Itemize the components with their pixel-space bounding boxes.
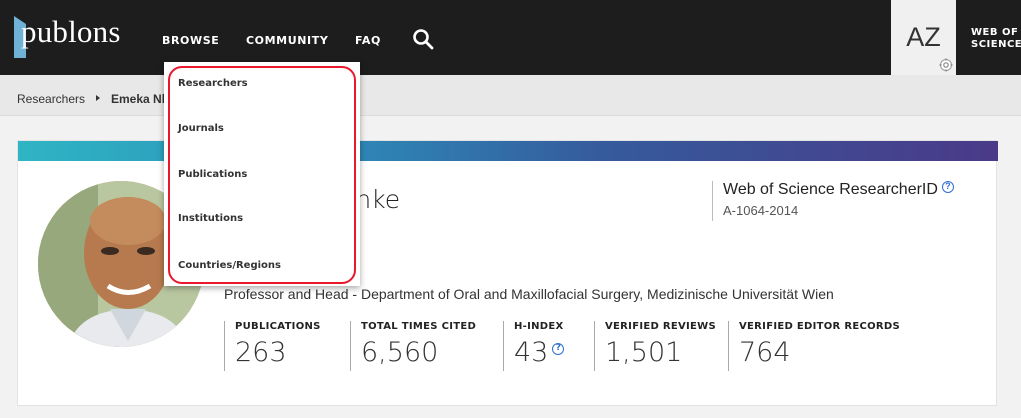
avatar-initials: AZ bbox=[906, 22, 941, 52]
stat-value: 764 bbox=[739, 337, 791, 368]
stat-value: 1,501 bbox=[605, 337, 683, 368]
stat-total-times-cited[interactable]: TOTAL TIMES CITED 6,560 bbox=[350, 321, 476, 371]
stat-label: PUBLICATIONS bbox=[235, 321, 321, 332]
researcher-id-block: Web of Science ResearcherID? A-1064-2014 bbox=[712, 181, 954, 221]
stat-verified-reviews[interactable]: VERIFIED REVIEWS 1,501 bbox=[594, 321, 716, 371]
wos-line1: WEB OF bbox=[971, 27, 1019, 38]
publons-logo[interactable]: publons bbox=[14, 12, 142, 62]
stat-value: 43 bbox=[514, 337, 549, 368]
stat-label: VERIFIED EDITOR RECORDS bbox=[739, 321, 900, 332]
stat-value-row: 43? bbox=[514, 337, 565, 368]
stat-value: 263 bbox=[235, 337, 287, 368]
researcher-affiliation: Professor and Head - Department of Oral … bbox=[224, 286, 834, 302]
stat-label: VERIFIED REVIEWS bbox=[605, 321, 717, 332]
nav-browse[interactable]: BROWSE bbox=[162, 34, 219, 47]
breadcrumb-arrow-icon bbox=[96, 95, 100, 101]
top-nav-bar: publons BROWSE COMMUNITY FAQ AZ WEB OF S… bbox=[0, 0, 1021, 75]
help-icon[interactable]: ? bbox=[552, 343, 565, 355]
stat-label: H-INDEX bbox=[514, 321, 564, 332]
highlight-annotation bbox=[168, 66, 356, 284]
search-icon[interactable] bbox=[412, 28, 434, 50]
wos-line2: SCIENCE bbox=[971, 39, 1021, 50]
help-icon[interactable]: ? bbox=[941, 181, 954, 193]
stat-label: TOTAL TIMES CITED bbox=[361, 321, 477, 332]
stat-h-index[interactable]: H-INDEX 43? bbox=[503, 321, 565, 371]
logo-text: publons bbox=[21, 14, 121, 49]
researcher-id-label: Web of Science ResearcherID bbox=[723, 181, 938, 198]
nav-community[interactable]: COMMUNITY bbox=[246, 34, 328, 47]
breadcrumb: Researchers Emeka Nk bbox=[0, 75, 1021, 116]
nav-faq[interactable]: FAQ bbox=[355, 34, 381, 47]
researcher-id-title: Web of Science ResearcherID? bbox=[723, 181, 954, 199]
user-avatar-button[interactable]: AZ bbox=[891, 0, 956, 75]
gear-icon[interactable] bbox=[938, 57, 954, 73]
breadcrumb-researchers[interactable]: Researchers bbox=[17, 92, 85, 106]
stat-value: 6,560 bbox=[361, 337, 439, 368]
stat-verified-editor-records[interactable]: VERIFIED EDITOR RECORDS 764 bbox=[728, 321, 900, 371]
stat-publications[interactable]: PUBLICATIONS 263 bbox=[224, 321, 321, 371]
researcher-id-value: A-1064-2014 bbox=[723, 203, 799, 218]
breadcrumb-current: Emeka Nk bbox=[111, 92, 169, 106]
web-of-science-link[interactable]: WEB OF SCIENCE bbox=[971, 27, 1021, 51]
